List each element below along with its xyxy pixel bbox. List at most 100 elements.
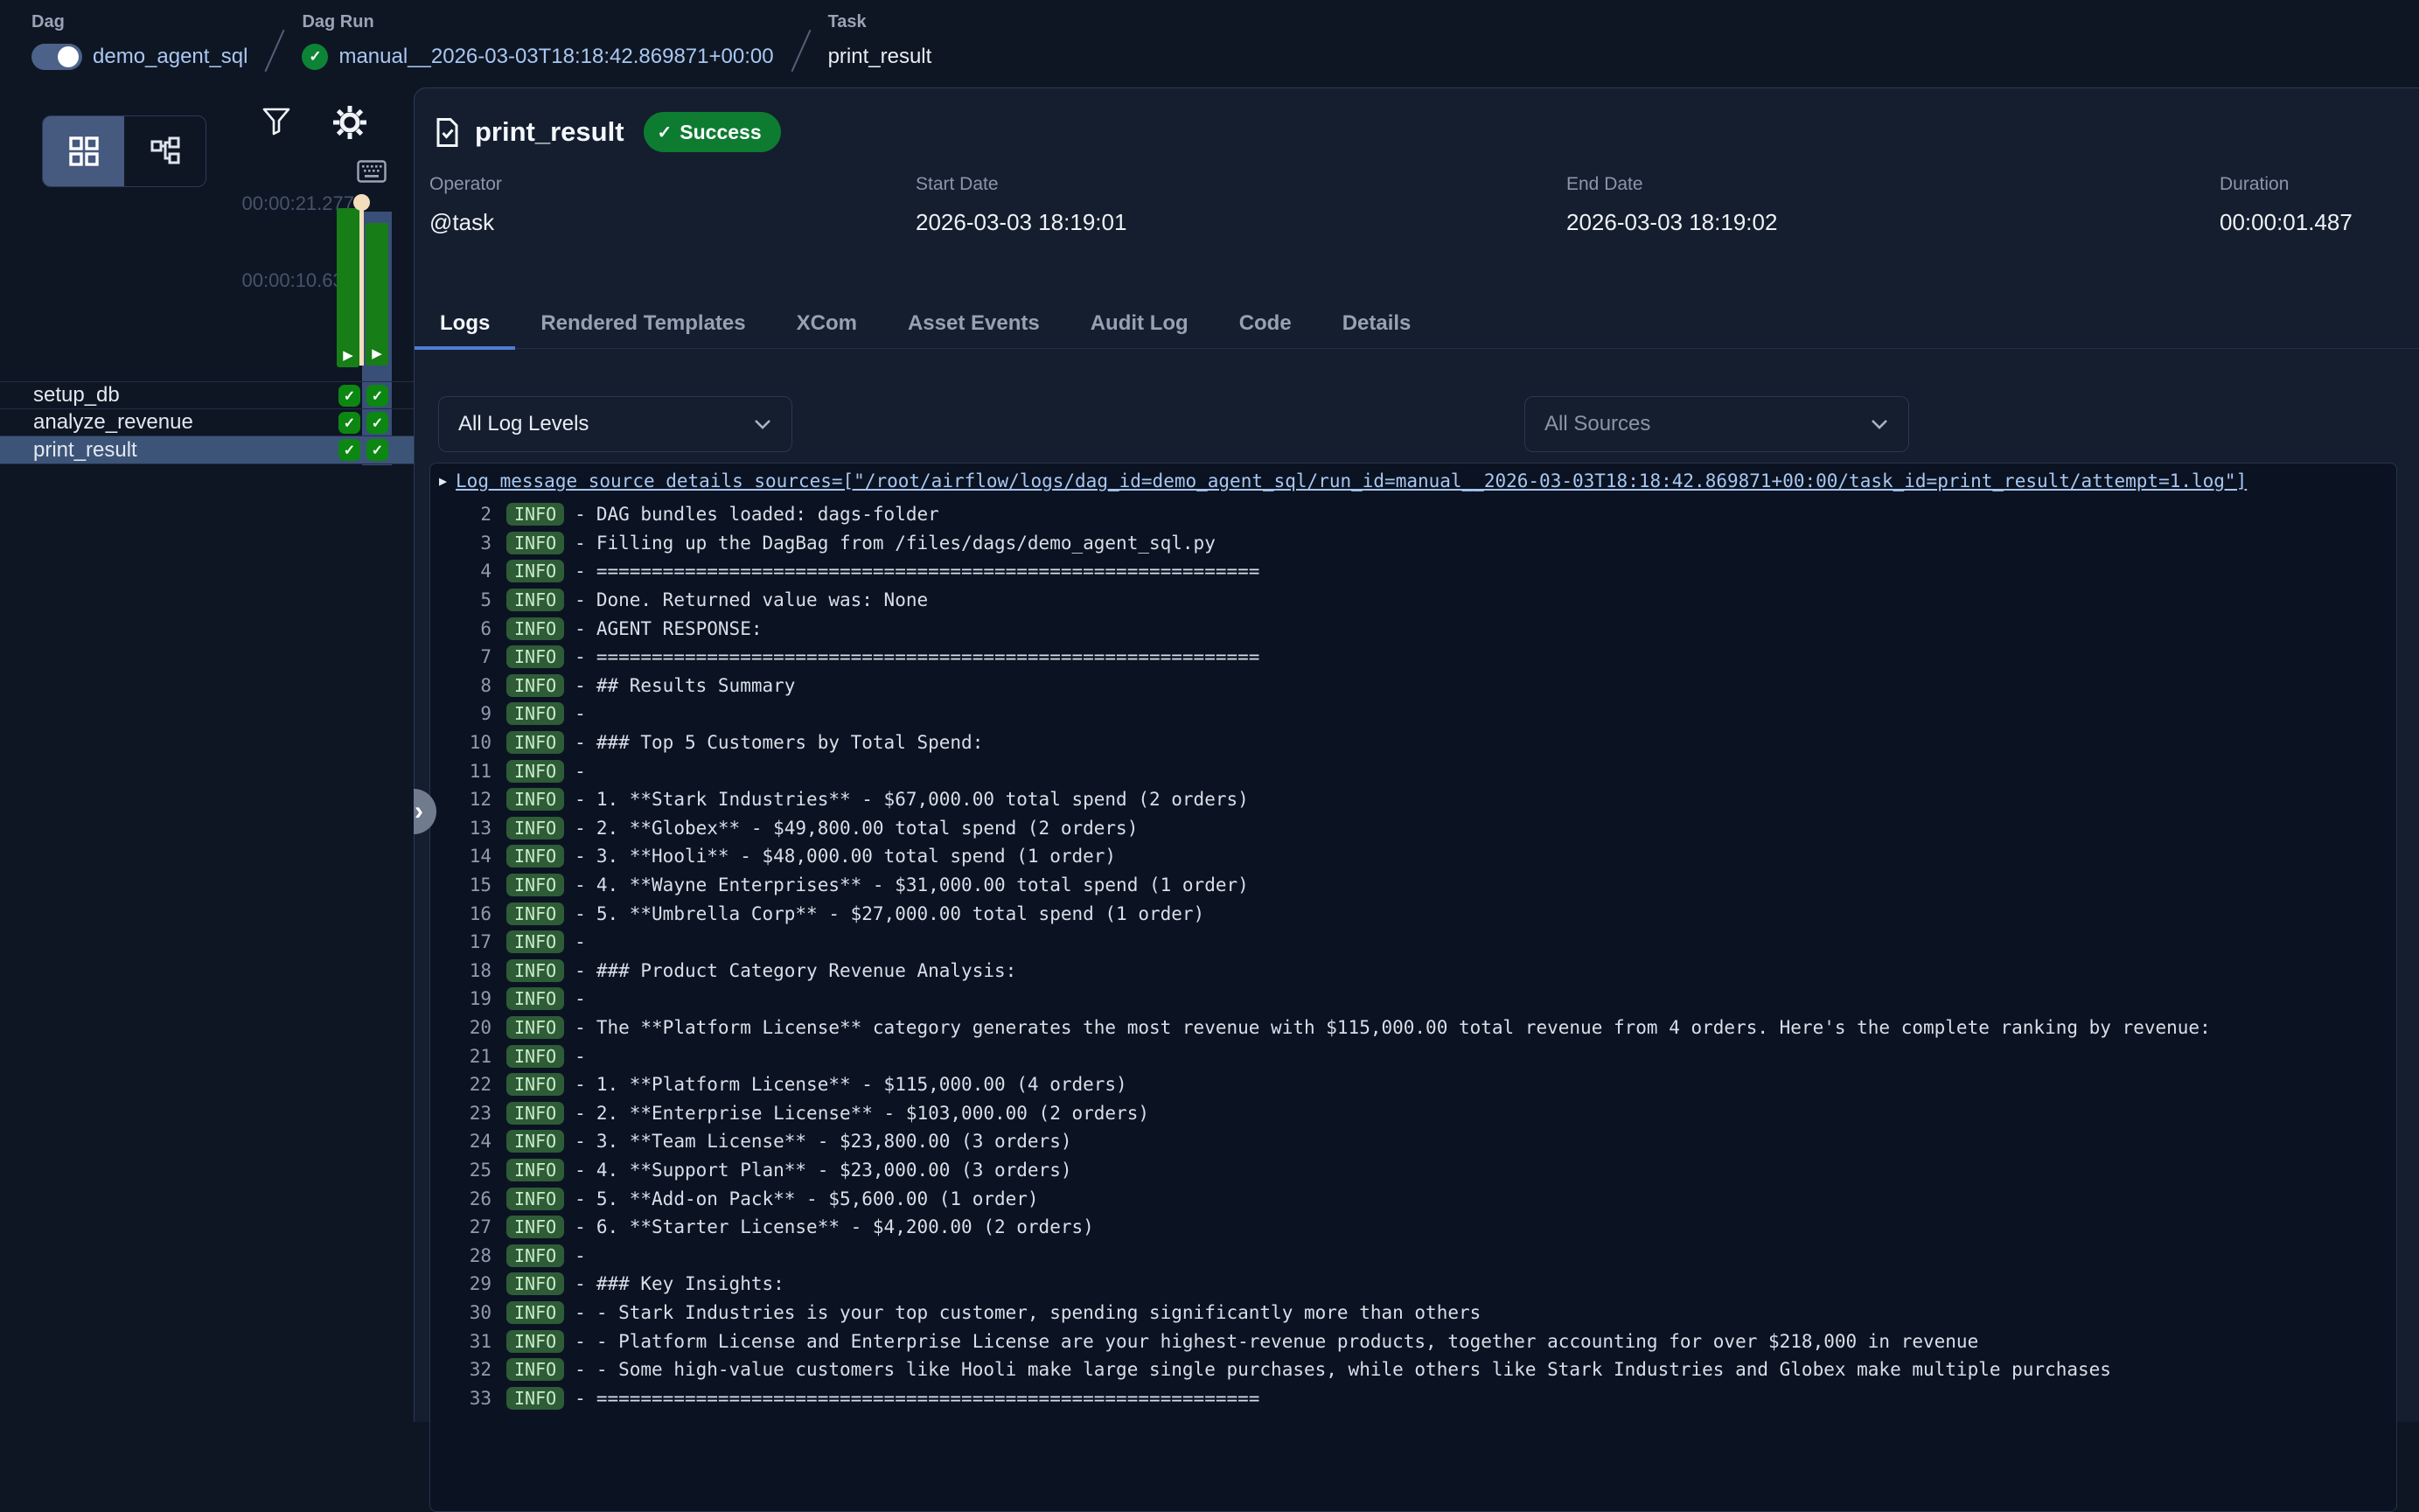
run-marker-knob[interactable] <box>353 194 370 211</box>
log-level-badge: INFO <box>506 902 564 925</box>
status-badge[interactable]: ✓ Success <box>644 112 781 152</box>
log-source-select[interactable]: All Sources <box>1524 396 1909 452</box>
log-line-number: 30 <box>430 1302 491 1323</box>
keyboard-shortcuts-button[interactable] <box>357 160 387 185</box>
log-line-number: 24 <box>430 1131 491 1152</box>
tab-details[interactable]: Details <box>1317 298 1437 348</box>
task-row-print_result[interactable]: print_result✓✓ <box>0 435 414 464</box>
log-message: DAG bundles loaded: dags-folder <box>596 504 939 525</box>
log-line: 6INFO-AGENT RESPONSE: <box>430 614 2396 643</box>
tab-asset-events[interactable]: Asset Events <box>882 298 1065 348</box>
log-line: 27INFO-6. **Starter License** - $4,200.0… <box>430 1213 2396 1242</box>
task-row-analyze_revenue[interactable]: analyze_revenue✓✓ <box>0 408 414 435</box>
manual-run-play-icon: ▶ <box>366 346 388 362</box>
task-title: print_result <box>475 116 624 148</box>
tab-logs[interactable]: Logs <box>415 298 515 348</box>
log-level-badge: INFO <box>506 1301 564 1324</box>
run-marker-line[interactable] <box>359 210 364 366</box>
log-level-badge: INFO <box>506 503 564 526</box>
task-instance-success-icon[interactable]: ✓ <box>338 412 360 434</box>
dag-pause-toggle[interactable] <box>31 44 82 70</box>
log-line-number: 28 <box>430 1245 491 1266</box>
log-line: 22INFO-1. **Platform License** - $115,00… <box>430 1070 2396 1099</box>
task-instance-success-icon[interactable]: ✓ <box>338 385 360 407</box>
dag-run-link[interactable]: manual__2026-03-03T18:18:42.869871+00:00 <box>338 45 773 69</box>
sidebar: 00:00:21.277 00:00:10.638 ▶ ▶ setup_db✓✓… <box>0 87 414 1422</box>
log-message: ### Product Category Revenue Analysis: <box>596 960 1016 981</box>
log-level-badge: INFO <box>506 1272 564 1295</box>
manual-run-play-icon: ▶ <box>337 348 359 364</box>
settings-button[interactable] <box>331 103 369 144</box>
log-line: 8INFO-## Results Summary <box>430 672 2396 700</box>
dag-link[interactable]: demo_agent_sql <box>93 45 247 69</box>
log-line: 23INFO-2. **Enterprise License** - $103,… <box>430 1098 2396 1127</box>
graph-view-button[interactable] <box>124 116 206 186</box>
log-line: 14INFO-3. **Hooli** - $48,000.00 total s… <box>430 842 2396 871</box>
log-message: - Platform License and Enterprise Licens… <box>596 1331 1978 1352</box>
chevron-down-icon <box>753 418 772 430</box>
log-separator: - <box>575 618 586 639</box>
log-level-badge: INFO <box>506 1130 564 1153</box>
log-message: 2. **Enterprise License** - $103,000.00 … <box>596 1103 1149 1124</box>
log-lines: 2INFO-DAG bundles loaded: dags-folder3IN… <box>430 500 2396 1412</box>
log-message: 1. **Stark Industries** - $67,000.00 tot… <box>596 789 1249 810</box>
log-message: 4. **Support Plan** - $23,000.00 (3 orde… <box>596 1160 1072 1181</box>
task-instance-success-icon[interactable]: ✓ <box>366 439 388 461</box>
chevron-right-icon: › <box>415 798 423 825</box>
log-level-badge: INFO <box>506 702 564 725</box>
log-line: 16INFO-5. **Umbrella Corp** - $27,000.00… <box>430 899 2396 928</box>
task-instance-success-icon[interactable]: ✓ <box>366 412 388 434</box>
log-line-number: 9 <box>430 703 491 724</box>
tab-rendered-templates[interactable]: Rendered Templates <box>515 298 770 348</box>
meta-label: Start Date <box>916 174 1126 195</box>
task-instance-success-icon[interactable]: ✓ <box>338 439 360 461</box>
log-level-badge: INFO <box>506 617 564 640</box>
task-row-setup_db[interactable]: setup_db✓✓ <box>0 381 414 408</box>
view-mode-toggle <box>42 115 206 187</box>
log-line-number: 15 <box>430 874 491 895</box>
toggle-knob <box>58 46 79 67</box>
log-line-number: 23 <box>430 1103 491 1124</box>
breadcrumb-separator <box>791 30 811 72</box>
filter-icon <box>259 103 294 138</box>
tab-audit-log[interactable]: Audit Log <box>1065 298 1214 348</box>
run-duration-bar[interactable]: ▶ <box>337 208 359 367</box>
task-instance-success-icon[interactable]: ✓ <box>366 385 388 407</box>
log-separator: - <box>575 1188 586 1209</box>
expand-triangle-icon: ▶ <box>439 473 447 489</box>
task-value: print_result <box>828 45 932 69</box>
tab-code[interactable]: Code <box>1214 298 1317 348</box>
task-detail-panel: print_result ✓ Success Operator@taskStar… <box>414 87 2419 1422</box>
log-message: 5. **Add-on Pack** - $5,600.00 (1 order) <box>596 1188 1039 1209</box>
meta-start-date: Start Date2026-03-03 18:19:01 <box>916 174 1126 236</box>
log-source-details-toggle[interactable]: ▶ Log message source details sources=["/… <box>430 463 2396 491</box>
log-level-select[interactable]: All Log Levels <box>438 396 792 452</box>
filter-button[interactable] <box>259 103 294 141</box>
log-line: 24INFO-3. **Team License** - $23,800.00 … <box>430 1127 2396 1156</box>
log-line-number: 13 <box>430 818 491 839</box>
graph-icon <box>149 135 182 168</box>
log-line: 25INFO-4. **Support Plan** - $23,000.00 … <box>430 1156 2396 1185</box>
log-line-number: 8 <box>430 675 491 696</box>
meta-label: End Date <box>1566 174 1777 195</box>
duration-axis-label: 00:00:10.638 <box>197 269 354 292</box>
log-message: Filling up the DagBag from /files/dags/d… <box>596 533 1216 554</box>
log-line: 11INFO- <box>430 756 2396 785</box>
log-message: 3. **Hooli** - $48,000.00 total spend (1… <box>596 846 1116 867</box>
log-separator: - <box>575 874 586 895</box>
log-separator: - <box>575 903 586 924</box>
log-separator: - <box>575 1017 586 1038</box>
log-level-badge: INFO <box>506 1073 564 1096</box>
log-separator: - <box>575 1388 586 1409</box>
log-separator: - <box>575 1331 586 1352</box>
log-line-number: 10 <box>430 732 491 753</box>
grid-view-button[interactable] <box>43 116 124 186</box>
log-separator: - <box>575 1103 586 1124</box>
log-line-number: 5 <box>430 589 491 610</box>
log-line: 13INFO-2. **Globex** - $49,800.00 total … <box>430 814 2396 843</box>
log-level-badge: INFO <box>506 1216 564 1238</box>
run-duration-bar-selected[interactable]: ▶ <box>366 223 388 366</box>
tab-xcom[interactable]: XCom <box>771 298 882 348</box>
log-message: 1. **Platform License** - $115,000.00 (4… <box>596 1074 1127 1095</box>
log-message: 4. **Wayne Enterprises** - $31,000.00 to… <box>596 874 1249 895</box>
